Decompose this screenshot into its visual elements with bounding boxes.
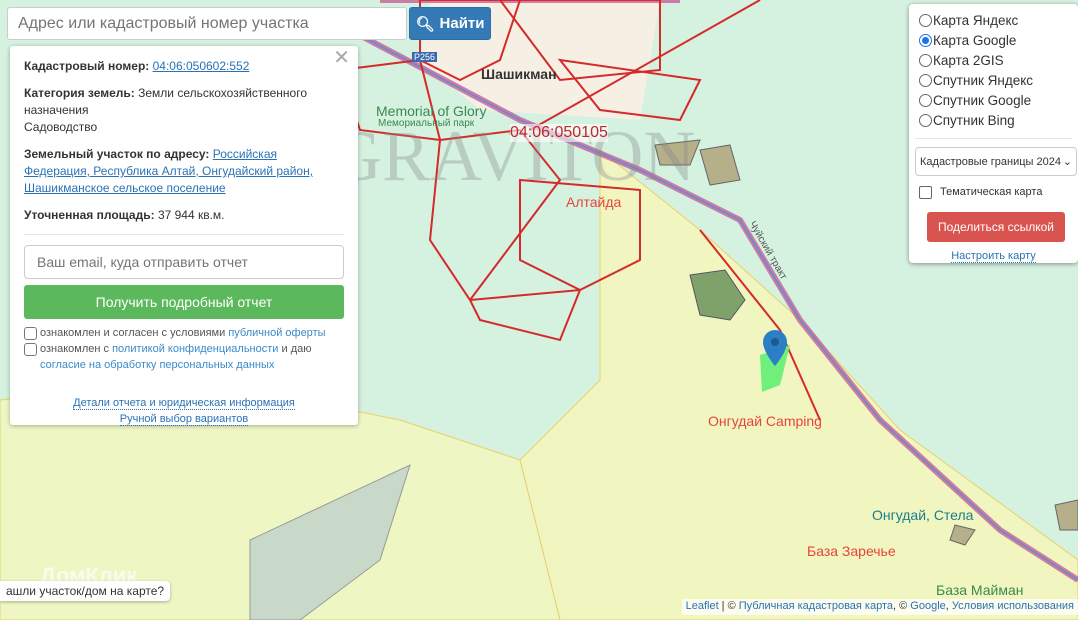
layer-label: Спутник Google (933, 92, 1032, 108)
thematic-checkbox[interactable] (919, 185, 932, 199)
sep: , © (893, 600, 911, 612)
layers-panel: Карта Яндекс Карта Google Карта 2GIS Спу… (909, 4, 1078, 263)
address-label: Земельный участок по адресу: (24, 147, 210, 161)
google-link[interactable]: Google (910, 600, 945, 612)
attribution: Leaflet | © Публичная кадастровая карта,… (681, 599, 1078, 615)
search-icon: 🔍︎ (415, 15, 435, 33)
layer-label: Спутник Bing (933, 112, 1015, 128)
privacy-link[interactable]: политикой конфиденциальности (112, 343, 278, 355)
layer-label: Карта 2GIS (933, 52, 1004, 68)
layer-label: Спутник Яндекс (933, 72, 1034, 88)
category-label: Категория земель: (24, 86, 135, 100)
layer-label: Карта Яндекс (933, 12, 1019, 28)
radio[interactable] (919, 73, 932, 87)
thematic-label: Тематическая карта (940, 186, 1043, 198)
agree2-text: ознакомлен с (40, 343, 110, 355)
overlay-select[interactable]: Кадастровые границы 2024 ⌄ (915, 147, 1077, 176)
found-on-map-prompt[interactable]: ашли участок/дом на карте? (0, 581, 171, 601)
sep: | © (718, 600, 739, 612)
manual-select-link[interactable]: Ручной выбор вариантов (119, 413, 249, 426)
layer-option[interactable]: Карта 2GIS (919, 50, 1078, 70)
area-value: 37 944 кв.м. (157, 208, 225, 222)
terms-link[interactable]: Условия использования (952, 600, 1074, 612)
privacy-checkbox[interactable] (24, 343, 37, 356)
offer-checkbox[interactable] (24, 327, 37, 340)
map-label-stela[interactable]: Онгудай, Стела (872, 507, 973, 523)
radio[interactable] (919, 113, 932, 127)
layer-option[interactable]: Карта Google (919, 30, 1078, 50)
road-shield: Р256 (412, 52, 438, 62)
leaflet-link[interactable]: Leaflet (686, 600, 719, 612)
configure-map-link[interactable]: Настроить карту (951, 250, 1036, 263)
close-icon[interactable]: ✕ (333, 48, 350, 68)
search-button[interactable]: 🔍︎ Найти (409, 7, 491, 40)
chevron-down-icon: ⌄ (1062, 156, 1072, 168)
layer-option[interactable]: Карта Яндекс (919, 10, 1078, 30)
radio[interactable] (919, 93, 932, 107)
search-input[interactable] (7, 7, 407, 40)
radio-selected[interactable] (919, 33, 932, 47)
layer-option[interactable]: Спутник Google (919, 90, 1078, 110)
email-input[interactable] (24, 245, 344, 279)
overlay-value: Кадастровые границы 2024 (920, 155, 1061, 168)
area-label: Уточненная площадь: (24, 208, 155, 222)
layer-label: Карта Google (933, 32, 1017, 48)
radio[interactable] (919, 53, 932, 67)
map-label-memorial[interactable]: Memorial of Glory (376, 103, 486, 119)
cad-label: Кадастровый номер: (24, 59, 150, 73)
map-label-quarter: 04:06:050105 (510, 124, 608, 142)
search-button-label: Найти (439, 15, 485, 32)
radio[interactable] (919, 13, 932, 27)
usage-value: Садоводство (24, 120, 98, 134)
map-label-zarechye[interactable]: База Заречье (807, 543, 896, 559)
offer-link[interactable]: публичной оферты (228, 327, 325, 339)
pkk-link[interactable]: Публичная кадастровая карта (739, 600, 893, 612)
parcel-info-panel: ✕ Кадастровый номер: 04:06:050602:552 Ка… (10, 46, 358, 426)
get-report-button[interactable]: Получить подробный отчет (24, 285, 344, 319)
consent-link[interactable]: согласие на обработку персональных данны… (40, 359, 274, 371)
map-label-memorial-sub: Мемориальный парк (378, 118, 475, 129)
map-label-altaida[interactable]: Алтайда (566, 194, 621, 210)
agree1-text: ознакомлен и согласен с условиями (40, 327, 226, 339)
agree2-mid: и даю (281, 343, 312, 355)
layer-option[interactable]: Спутник Bing (919, 110, 1078, 130)
map-label-maiman[interactable]: База Майман (936, 582, 1023, 598)
share-link-button[interactable]: Поделиться ссылкой (927, 212, 1065, 242)
map-label-village: Шашикман (481, 66, 557, 82)
layer-option[interactable]: Спутник Яндекс (919, 70, 1078, 90)
cad-number-link[interactable]: 04:06:050602:552 (153, 59, 250, 73)
map-label-camping[interactable]: Онгудай Camping (708, 413, 822, 429)
details-link[interactable]: Детали отчета и юридическая информация (73, 397, 295, 410)
